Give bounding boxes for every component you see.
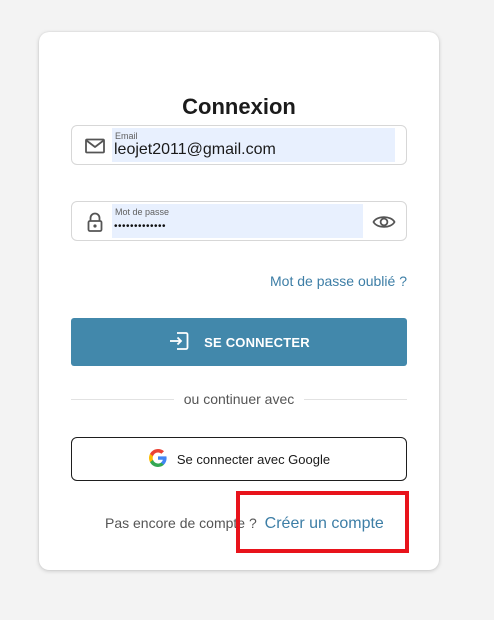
forgot-password-link[interactable]: Mot de passe oublié ? [270, 273, 407, 289]
google-login-label: Se connecter avec Google [176, 451, 331, 467]
lock-icon [84, 211, 106, 233]
signup-prompt-text: Pas encore de compte ? [105, 515, 257, 531]
create-account-link[interactable]: Créer un compte [265, 515, 384, 532]
email-label: Email [115, 131, 138, 141]
login-icon [168, 330, 190, 355]
password-label: Mot de passe [115, 207, 170, 217]
google-login-button[interactable]: Se connecter avec Google [71, 437, 407, 481]
password-input[interactable]: ••••••••••••• [114, 221, 166, 232]
login-button[interactable]: SE CONNECTER [71, 318, 407, 366]
login-card: Connexion Email leojet2011@gmail.com Mot… [39, 32, 439, 570]
eye-icon[interactable] [372, 211, 396, 233]
password-field[interactable]: Mot de passe ••••••••••••• [71, 201, 407, 241]
divider: ou continuer avec [71, 391, 407, 407]
mail-icon [84, 135, 106, 157]
divider-line-right [304, 398, 407, 400]
signup-prompt: Pas encore de compte ? Créer un compte [105, 515, 384, 533]
divider-line-left [71, 398, 174, 400]
email-input[interactable]: leojet2011@gmail.com [114, 141, 276, 159]
login-button-label: SE CONNECTER [204, 334, 310, 350]
divider-text: ou continuer avec [183, 391, 295, 407]
page-title: Connexion [182, 94, 296, 119]
email-field[interactable]: Email leojet2011@gmail.com [71, 125, 407, 165]
google-logo-icon [148, 448, 168, 471]
